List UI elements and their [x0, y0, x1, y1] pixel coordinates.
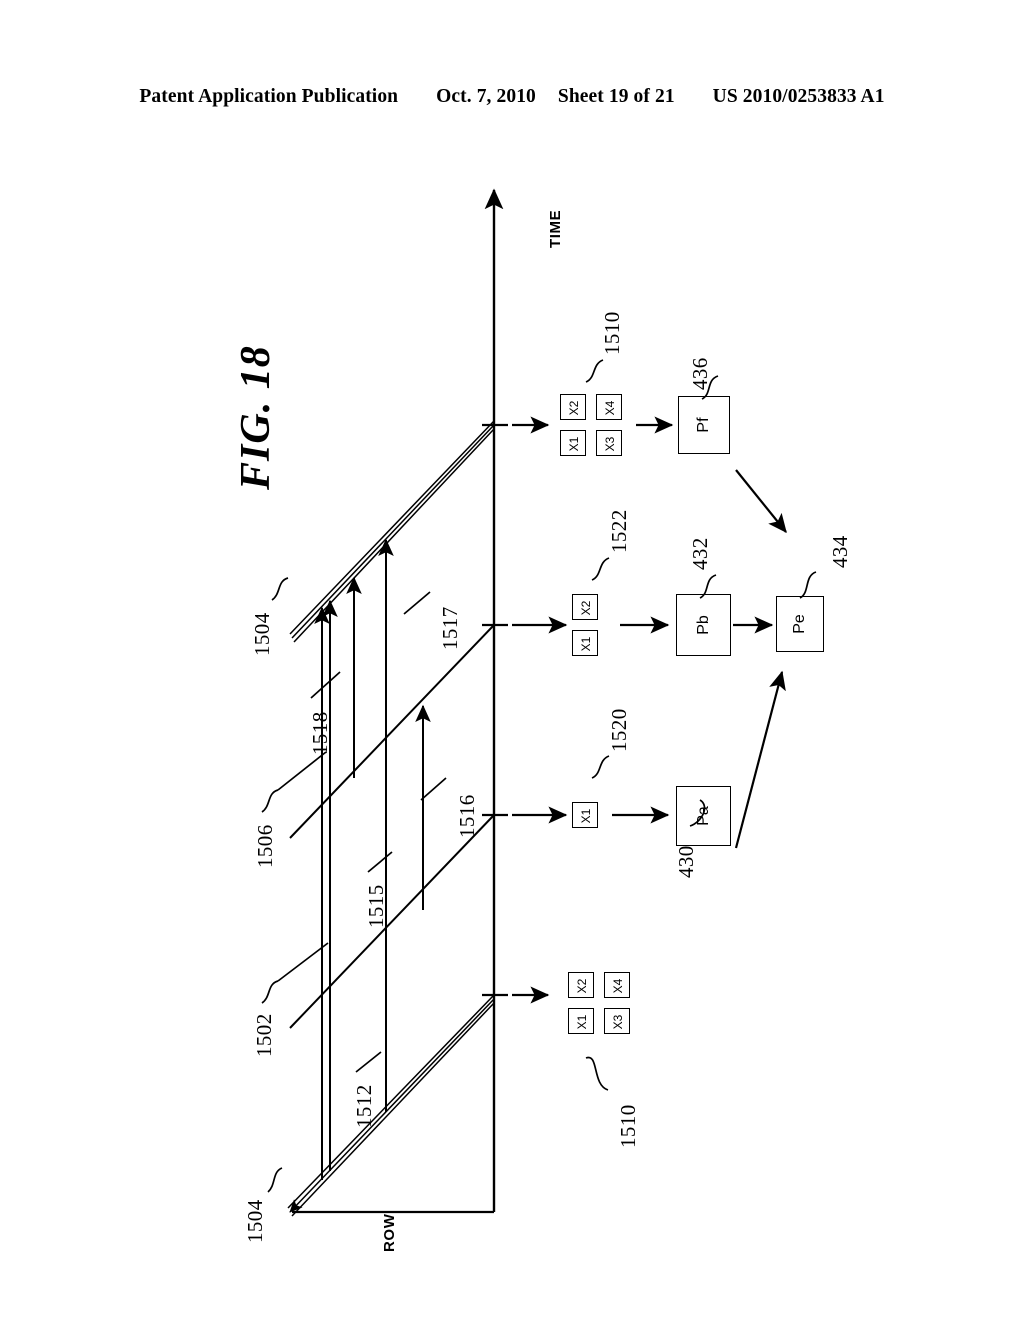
- cell-box-x4: X4: [596, 394, 622, 420]
- process-label-pa: Pa: [694, 806, 712, 826]
- refnum-1512: 1512: [352, 1084, 376, 1128]
- refnum-1504-bottom: 1504: [243, 1199, 267, 1243]
- cell-box-x3: X3: [604, 1008, 630, 1034]
- cell-label-x2: X2: [575, 978, 589, 994]
- leader-1522: [591, 557, 610, 581]
- cell-label-x1: X1: [579, 636, 593, 652]
- figure-title: FIG. 18: [233, 345, 279, 490]
- axis-output-arrows: [512, 416, 568, 1004]
- diagonal-1502: [289, 814, 495, 1029]
- cell-box-x1: X1: [572, 630, 598, 656]
- process-box-pe: Pe: [776, 596, 824, 652]
- refnum-1506: 1506: [253, 824, 277, 868]
- refnum-1518: 1518: [308, 711, 332, 755]
- group-to-process-arrows: [612, 416, 674, 824]
- row-axis-label: ROW: [381, 1213, 398, 1252]
- cell-box-x4: X4: [604, 972, 630, 998]
- diag-1504t-line3: [293, 428, 495, 643]
- process-box-pb: Pb: [676, 594, 731, 656]
- cell-box-x2: X2: [560, 394, 586, 420]
- leader-1506-curve: [261, 789, 279, 813]
- cell-label-x4: X4: [611, 978, 625, 994]
- refnum-434: 434: [828, 535, 852, 568]
- refnum-436: 436: [688, 357, 712, 390]
- leader-1510-top: [585, 359, 604, 383]
- refnum-1515: 1515: [364, 884, 388, 928]
- cell-label-x2: X2: [567, 400, 581, 416]
- process-box-pa: Pa: [676, 786, 731, 846]
- diag-1504t-line1: [289, 420, 495, 635]
- refnum-1522: 1522: [607, 509, 631, 553]
- process-label-pe: Pe: [791, 614, 808, 634]
- cell-label-x1: X1: [575, 1014, 589, 1030]
- process-interconnect-arrows: [733, 469, 787, 849]
- cell-box-x1: X1: [572, 802, 598, 828]
- cell-box-x3: X3: [596, 430, 622, 456]
- diag-1504b-line2: [289, 998, 495, 1213]
- diagonal-1504-bottom: [287, 994, 495, 1217]
- refnum-432: 432: [688, 537, 712, 570]
- refnum-1520: 1520: [607, 708, 631, 752]
- diag-1504t-line2: [291, 424, 495, 639]
- leader-1517: [403, 591, 431, 615]
- arrow-pa-to-pe: [734, 670, 786, 849]
- cell-label-x1: X1: [579, 808, 593, 824]
- cell-label-x3: X3: [611, 1014, 625, 1030]
- refnum-1510-bottom: 1510: [616, 1104, 640, 1148]
- refnum-1517: 1517: [438, 606, 462, 650]
- cell-box-x2: X2: [572, 594, 598, 620]
- cell-box-x1: X1: [560, 430, 586, 456]
- process-label-pb: Pb: [694, 615, 712, 635]
- leader-1502-curve: [261, 980, 279, 1004]
- leader-434: [799, 571, 817, 599]
- cell-box-x1: X1: [568, 1008, 594, 1034]
- leader-1516: [420, 777, 447, 801]
- leader-1502-line: [277, 942, 329, 982]
- leader-1510-bottom: [585, 1056, 609, 1091]
- refnum-430: 430: [674, 845, 698, 878]
- refnum-1502: 1502: [252, 1013, 276, 1057]
- cell-label-x4: X4: [603, 400, 617, 416]
- leader-1504-top: [271, 577, 289, 601]
- process-label-pf: Pf: [695, 417, 712, 433]
- cell-label-x3: X3: [603, 436, 617, 452]
- leader-lines: [261, 359, 817, 1193]
- cell-box-x2: X2: [568, 972, 594, 998]
- process-box-pf: Pf: [678, 396, 730, 454]
- figure-vector-canvas: [261, 188, 817, 1217]
- leader-1504-bottom: [267, 1167, 283, 1193]
- arrow-pf-to-pe: [735, 469, 787, 534]
- leader-1515: [367, 851, 393, 873]
- diagonal-1504-top: [289, 420, 495, 643]
- time-axis-label: TIME: [547, 209, 564, 248]
- leader-1512: [355, 1051, 382, 1073]
- leader-1520: [591, 755, 610, 779]
- diag-1502-line: [289, 814, 495, 1029]
- leader-1506-line: [277, 751, 327, 791]
- refnum-1510-top: 1510: [600, 311, 624, 355]
- figure-18: FIG. 18 TIME ROW 1504 1504 1506 1502 151…: [0, 0, 1024, 1320]
- cell-label-x1: X1: [567, 436, 581, 452]
- diag-1504b-line1: [287, 994, 495, 1209]
- leader-1518: [310, 671, 341, 699]
- refnum-1516: 1516: [455, 794, 479, 838]
- refnum-1504-top: 1504: [250, 612, 274, 656]
- cell-label-x2: X2: [579, 600, 593, 616]
